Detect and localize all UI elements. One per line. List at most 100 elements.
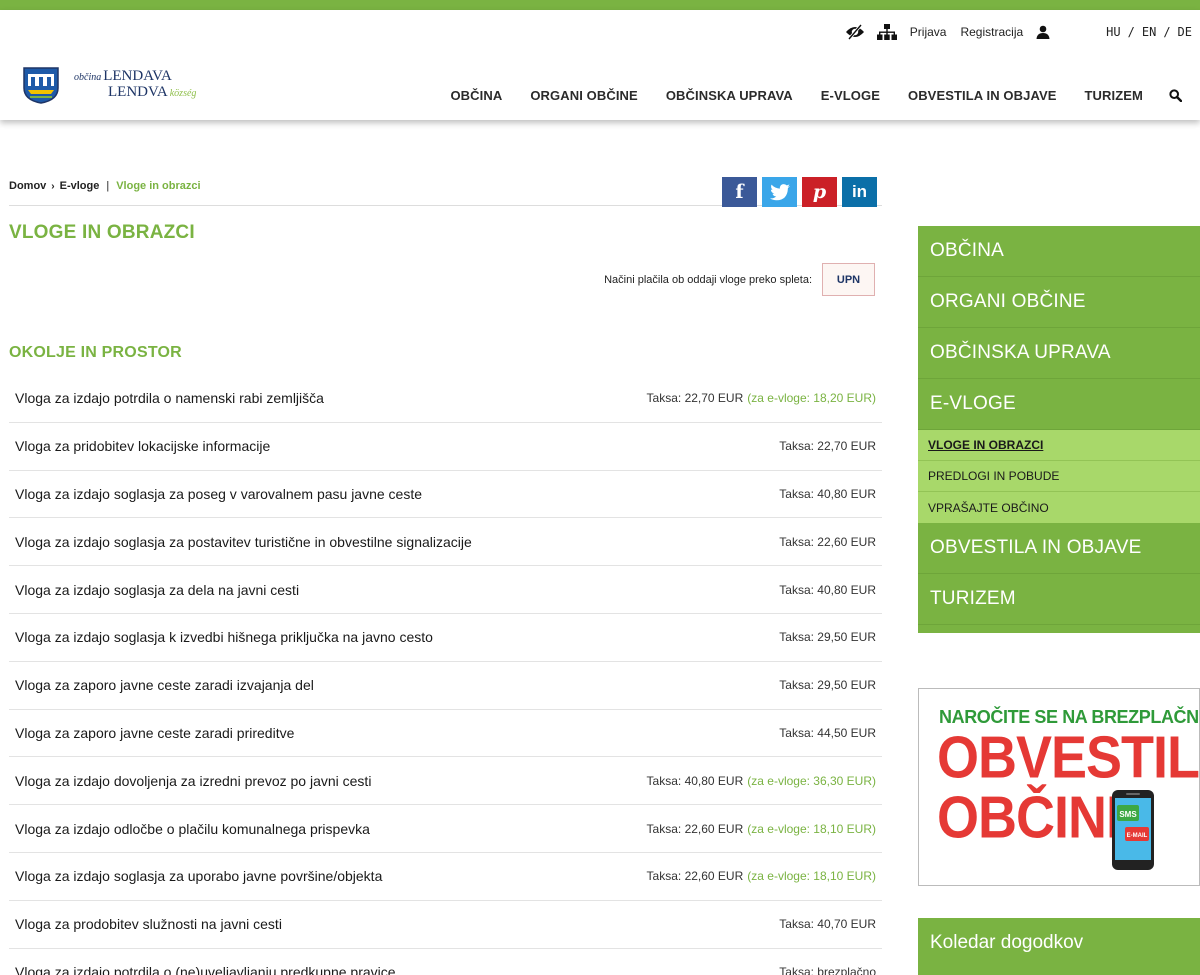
login-link[interactable]: Prijava bbox=[910, 25, 947, 39]
sidebar-item-obvestila-in-objave[interactable]: OBVESTILA IN OBJAVE bbox=[918, 523, 1200, 574]
coat-of-arms-icon bbox=[23, 67, 59, 104]
online-fee-amount: (za e-vloge: 18,10 EUR) bbox=[747, 821, 876, 836]
form-link[interactable]: Vloga za izdajo soglasja za uporabo javn… bbox=[15, 868, 382, 884]
social-share: f p in bbox=[722, 177, 877, 207]
form-fee: Taksa: 29,50 EUR bbox=[779, 630, 876, 644]
smartphone-icon: SMS E-MAIL bbox=[1112, 790, 1154, 870]
fee-amount: Taksa: 22,60 EUR bbox=[646, 869, 744, 884]
form-fee: Taksa: 22,60 EUR (za e-vloge: 18,10 EUR) bbox=[647, 822, 876, 836]
nav-obvestila-in-objave[interactable]: OBVESTILA IN OBJAVE bbox=[908, 88, 1057, 103]
table-row[interactable]: Vloga za zaporo javne ceste zaradi prire… bbox=[9, 710, 882, 758]
sidebar-item-obcina[interactable]: OBČINA bbox=[918, 226, 1200, 277]
online-fee-amount: (za e-vloge: 36,30 EUR) bbox=[747, 773, 876, 788]
fee-amount: Taksa: 40,70 EUR bbox=[779, 917, 876, 932]
online-fee-amount: (za e-vloge: 18,20 EUR) bbox=[747, 391, 876, 406]
sidebar-item-e-vloge[interactable]: E-VLOGE bbox=[918, 379, 1200, 430]
fee-amount: Taksa: 40,80 EUR bbox=[779, 486, 876, 501]
form-link[interactable]: Vloga za izdajo potrdila o (ne)uveljavlj… bbox=[15, 964, 396, 975]
form-fee: Taksa: brezplačno bbox=[779, 965, 876, 975]
sidebar-item-organi-obcine[interactable]: ORGANI OBČINE bbox=[918, 277, 1200, 328]
sidebar-subitem-vprasajte-obcino[interactable]: VPRAŠAJTE OBČINO bbox=[918, 492, 1200, 523]
form-fee: Taksa: 29,50 EUR bbox=[779, 678, 876, 692]
table-row[interactable]: Vloga za izdajo potrdila o (ne)uveljavlj… bbox=[9, 949, 882, 975]
fee-amount: Taksa: 22,60 EUR bbox=[646, 821, 744, 836]
table-row[interactable]: Vloga za pridobitev lokacijske informaci… bbox=[9, 423, 882, 471]
fee-amount: Taksa: 40,80 EUR bbox=[646, 773, 744, 788]
breadcrumb-home[interactable]: Domov bbox=[9, 180, 46, 192]
sidebar-item-turizem[interactable]: TURIZEM bbox=[918, 574, 1200, 625]
table-row[interactable]: Vloga za prodobitev služnosti na javni c… bbox=[9, 901, 882, 949]
lang-separator: / bbox=[1163, 25, 1171, 39]
upn-payment-button[interactable]: UPN bbox=[822, 263, 875, 296]
table-row[interactable]: Vloga za izdajo odločbe o plačilu komuna… bbox=[9, 805, 882, 853]
form-fee: Taksa: 22,60 EUR bbox=[779, 535, 876, 549]
logo-wordmark: občina LENDAVA LENDVA község bbox=[74, 69, 196, 101]
form-fee: Taksa: 22,60 EUR (za e-vloge: 18,10 EUR) bbox=[647, 869, 876, 883]
form-link[interactable]: Vloga za zaporo javne ceste zaradi prire… bbox=[15, 725, 294, 741]
sidebar-item-obcinska-uprava[interactable]: OBČINSKA UPRAVA bbox=[918, 328, 1200, 379]
nav-obcina[interactable]: OBČINA bbox=[450, 88, 502, 103]
user-icon[interactable] bbox=[1036, 25, 1050, 39]
fee-amount: Taksa: 44,50 EUR bbox=[779, 725, 876, 740]
pinterest-share-button[interactable]: p bbox=[802, 177, 837, 207]
sidebar-bottom-bar bbox=[918, 625, 1200, 633]
lang-hu[interactable]: HU bbox=[1106, 25, 1120, 39]
nav-turizem[interactable]: TURIZEM bbox=[1085, 88, 1143, 103]
nav-e-vloge[interactable]: E-VLOGE bbox=[821, 88, 880, 103]
form-link[interactable]: Vloga za izdajo dovoljenja za izredni pr… bbox=[15, 773, 371, 789]
sidebar-subitem-vloge-in-obrazci[interactable]: VLOGE IN OBRAZCI bbox=[918, 430, 1200, 461]
form-fee: Taksa: 44,50 EUR bbox=[779, 726, 876, 740]
phone-sms-label: SMS bbox=[1119, 810, 1137, 819]
form-link[interactable]: Vloga za izdajo soglasja za postavitev t… bbox=[15, 534, 472, 550]
form-link[interactable]: Vloga za zaporo javne ceste zaradi izvaj… bbox=[15, 677, 314, 693]
logo-lendava: LENDAVA bbox=[103, 68, 172, 84]
sidebar-subitem-predlogi-in-pobude[interactable]: PREDLOGI IN POBUDE bbox=[918, 461, 1200, 492]
twitter-bird-icon bbox=[769, 183, 790, 200]
table-row[interactable]: Vloga za zaporo javne ceste zaradi izvaj… bbox=[9, 662, 882, 710]
breadcrumb-current: Vloge in obrazci bbox=[116, 180, 201, 192]
table-row[interactable]: Vloga za izdajo potrdila o namenski rabi… bbox=[9, 375, 882, 423]
nav-organi-obcine[interactable]: ORGANI OBČINE bbox=[530, 88, 637, 103]
form-link[interactable]: Vloga za pridobitev lokacijske informaci… bbox=[15, 438, 270, 454]
event-calendar-header[interactable]: Koledar dogodkov bbox=[918, 918, 1200, 975]
breadcrumb-separator: | bbox=[106, 180, 110, 192]
site-logo[interactable]: občina LENDAVA LENDVA község bbox=[22, 66, 196, 104]
form-fee: Taksa: 40,80 EUR (za e-vloge: 36,30 EUR) bbox=[647, 774, 876, 788]
register-link[interactable]: Registracija bbox=[960, 25, 1023, 39]
twitter-share-button[interactable] bbox=[762, 177, 797, 207]
form-link[interactable]: Vloga za izdajo soglasja za dela na javn… bbox=[15, 582, 299, 598]
fee-amount: Taksa: 29,50 EUR bbox=[779, 678, 876, 693]
form-fee: Taksa: 22,70 EUR bbox=[779, 439, 876, 453]
lang-en[interactable]: EN bbox=[1142, 25, 1156, 39]
breadcrumb-e-vloge[interactable]: E-vloge bbox=[60, 180, 100, 192]
table-row[interactable]: Vloga za izdajo soglasja za dela na javn… bbox=[9, 566, 882, 614]
main-navigation: OBČINA ORGANI OBČINE OBČINSKA UPRAVA E-V… bbox=[422, 88, 1182, 103]
form-link[interactable]: Vloga za izdajo odločbe o plačilu komuna… bbox=[15, 821, 370, 837]
nav-obcinska-uprava[interactable]: OBČINSKA UPRAVA bbox=[666, 88, 793, 103]
page-title: VLOGE IN OBRAZCI bbox=[9, 222, 195, 243]
form-link[interactable]: Vloga za izdajo soglasja k izvedbi hišne… bbox=[15, 629, 433, 645]
payment-methods: Načini plačila ob oddaji vloge preko spl… bbox=[604, 263, 875, 296]
sms-notification-banner[interactable]: NAROČITE SE NA BREZPLAČNA OBVESTILA OBČI… bbox=[918, 688, 1200, 886]
table-row[interactable]: Vloga za izdajo dovoljenja za izredni pr… bbox=[9, 757, 882, 806]
sidebar-submenu: VLOGE IN OBRAZCI PREDLOGI IN POBUDE VPRA… bbox=[918, 430, 1200, 523]
form-fee: Taksa: 40,80 EUR bbox=[779, 487, 876, 501]
search-icon[interactable] bbox=[1169, 89, 1182, 102]
phone-email-label: E-MAIL bbox=[1127, 833, 1148, 839]
linkedin-share-button[interactable]: in bbox=[842, 177, 877, 207]
table-row[interactable]: Vloga za izdajo soglasja k izvedbi hišne… bbox=[9, 614, 882, 662]
table-row[interactable]: Vloga za izdajo soglasja za postavitev t… bbox=[9, 518, 882, 567]
table-row[interactable]: Vloga za izdajo soglasja za uporabo javn… bbox=[9, 853, 882, 901]
fee-amount: Taksa: 22,70 EUR bbox=[646, 391, 744, 406]
form-link[interactable]: Vloga za izdajo potrdila o namenski rabi… bbox=[15, 390, 324, 406]
form-link[interactable]: Vloga za prodobitev služnosti na javni c… bbox=[15, 916, 282, 932]
sidebar-menu: OBČINA ORGANI OBČINE OBČINSKA UPRAVA E-V… bbox=[918, 226, 1200, 633]
fee-amount: Taksa: 22,60 EUR bbox=[779, 534, 876, 549]
top-accent-bar bbox=[0, 0, 1200, 10]
lang-de[interactable]: DE bbox=[1178, 25, 1192, 39]
facebook-share-button[interactable]: f bbox=[722, 177, 757, 207]
table-row[interactable]: Vloga za izdajo soglasja za poseg v varo… bbox=[9, 471, 882, 519]
accessibility-eye-icon[interactable] bbox=[845, 24, 865, 40]
form-link[interactable]: Vloga za izdajo soglasja za poseg v varo… bbox=[15, 486, 422, 502]
sitemap-icon[interactable] bbox=[876, 24, 897, 40]
